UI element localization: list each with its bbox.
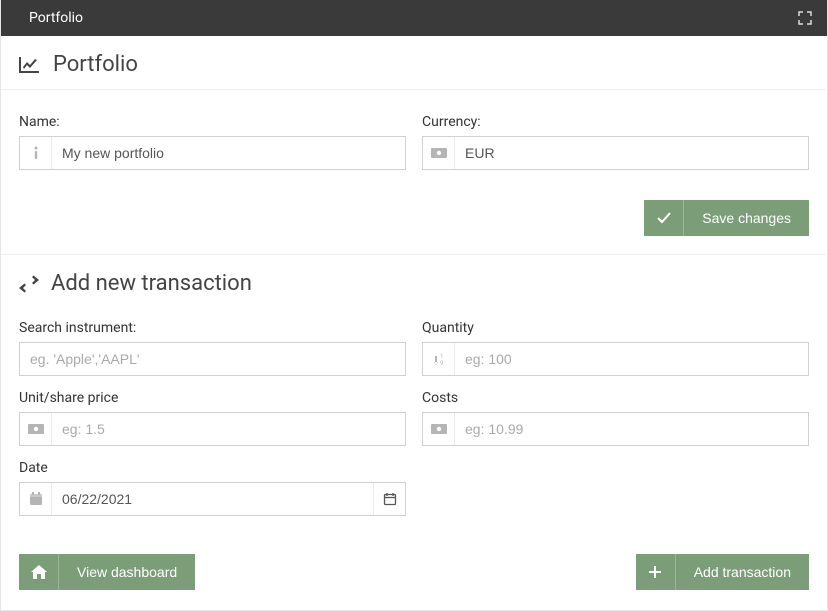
name-input-group [19, 136, 406, 170]
expand-icon [798, 11, 812, 25]
transaction-form: Search instrument: Quantity 1 9 [1, 308, 827, 546]
window-title: Portfolio [29, 10, 83, 26]
search-instrument-input[interactable] [19, 342, 406, 376]
name-label: Name: [19, 114, 406, 130]
titlebar: Portfolio [1, 0, 827, 36]
save-changes-label: Save changes [684, 210, 809, 226]
calendar-icon [20, 483, 52, 515]
money-icon [423, 137, 455, 169]
info-icon [20, 137, 52, 169]
costs-label: Costs [422, 390, 809, 406]
portfolio-window: Portfolio Portfolio Name: [0, 0, 828, 611]
transaction-heading: Add new transaction [51, 271, 252, 296]
date-input[interactable] [52, 483, 373, 515]
date-label: Date [19, 460, 406, 476]
plus-icon [636, 554, 676, 590]
quantity-input-group: 1 9 [422, 342, 809, 376]
money-icon [423, 413, 455, 445]
add-transaction-button[interactable]: Add transaction [636, 554, 809, 590]
portfolio-button-row: Save changes [1, 200, 827, 254]
price-label: Unit/share price [19, 390, 406, 406]
check-icon [644, 200, 684, 236]
money-icon [20, 413, 52, 445]
svg-text:9: 9 [440, 360, 443, 366]
add-transaction-label: Add transaction [676, 564, 809, 580]
costs-input[interactable] [455, 413, 808, 445]
save-changes-button[interactable]: Save changes [644, 200, 809, 236]
view-dashboard-button[interactable]: View dashboard [19, 554, 195, 590]
portfolio-heading: Portfolio [53, 52, 138, 77]
date-input-group [19, 482, 406, 516]
portfolio-section-header: Portfolio [1, 36, 827, 89]
svg-text:1: 1 [440, 353, 443, 360]
exchange-icon [19, 275, 39, 293]
currency-input[interactable] [455, 137, 808, 169]
home-icon [19, 554, 59, 590]
date-picker-trigger[interactable] [373, 483, 405, 515]
transaction-button-row: View dashboard Add transaction [1, 546, 827, 610]
currency-label: Currency: [422, 114, 809, 130]
price-input[interactable] [52, 413, 405, 445]
costs-input-group [422, 412, 809, 446]
quantity-input[interactable] [455, 343, 808, 375]
quantity-label: Quantity [422, 320, 809, 336]
name-input[interactable] [52, 137, 405, 169]
calendar-outline-icon [383, 492, 397, 506]
expand-button[interactable] [795, 8, 815, 28]
portfolio-form: Name: Currency: [1, 90, 827, 200]
search-instrument-label: Search instrument: [19, 320, 406, 336]
view-dashboard-label: View dashboard [59, 564, 195, 580]
sort-numeric-icon: 1 9 [423, 343, 455, 375]
price-input-group [19, 412, 406, 446]
transaction-section-header: Add new transaction [1, 255, 827, 308]
chart-line-icon [19, 55, 41, 75]
currency-input-group [422, 136, 809, 170]
